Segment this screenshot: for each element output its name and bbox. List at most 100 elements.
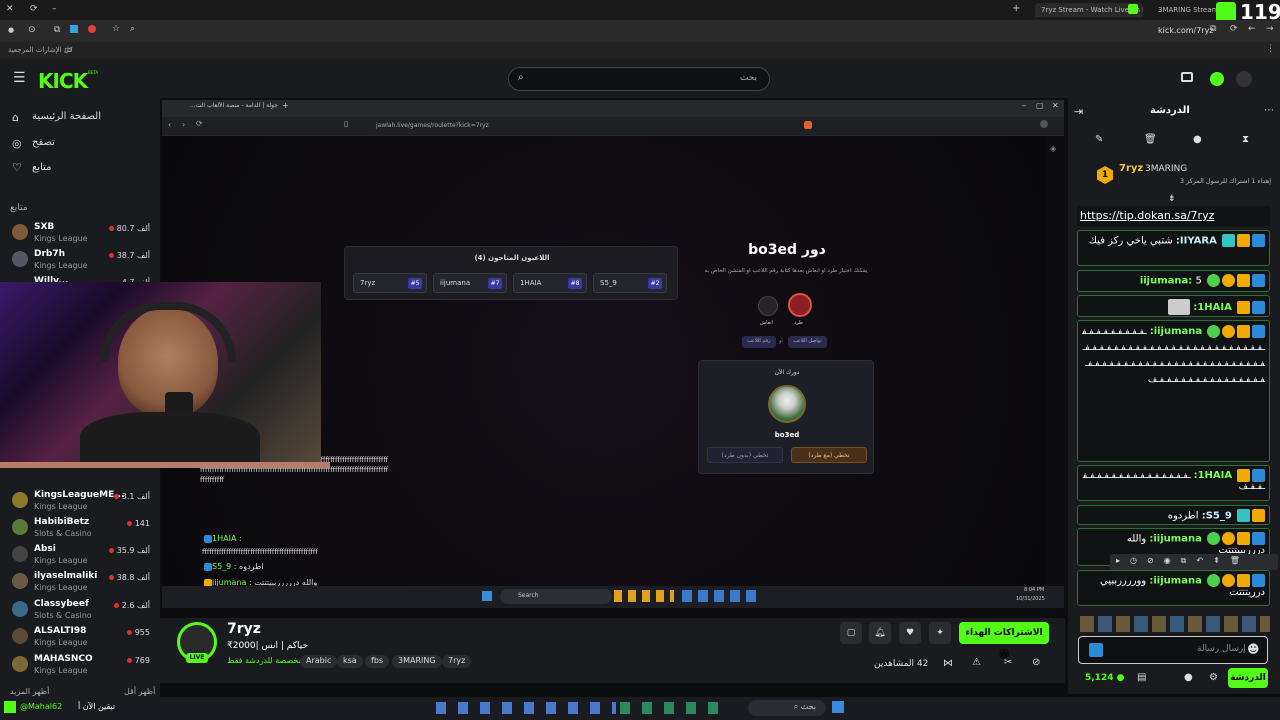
- kick-points-icon[interactable]: [1210, 72, 1224, 86]
- chat-username[interactable]: 1HAIA:: [1193, 302, 1232, 313]
- tag-ksa[interactable]: ksa: [337, 655, 363, 668]
- refresh-icon[interactable]: ⟳: [30, 4, 38, 14]
- store-icon[interactable]: [1181, 72, 1193, 82]
- refresh-icon[interactable]: ⟳: [1230, 24, 1238, 34]
- search-input[interactable]: بحث: [740, 73, 757, 83]
- sidebar-channel[interactable]: KingsLeagueME... Kings League 3.1 ألف: [8, 488, 152, 516]
- chat-message[interactable]: S5_9: اطردوه: [1077, 505, 1270, 525]
- sidebar-channel[interactable]: Classybeef Slots & Casino 2.6 ألف: [8, 597, 152, 625]
- back-arrow-icon[interactable]: ←: [1248, 24, 1256, 34]
- chat-username[interactable]: iijumana:: [1150, 326, 1202, 337]
- chat-bubble-icon[interactable]: ●: [1193, 134, 1202, 145]
- sidebar-item-following[interactable]: متابع: [32, 162, 52, 173]
- channel-name[interactable]: 7ryz: [227, 621, 261, 637]
- show-less-link[interactable]: أظهر أقل: [124, 687, 155, 696]
- chat-message[interactable]: iijumana: 5: [1077, 270, 1270, 292]
- mute-icon[interactable]: ⊘: [1032, 657, 1040, 668]
- forward-icon[interactable]: ⊙: [28, 25, 36, 35]
- channel-name: ALSALTI98: [34, 626, 87, 636]
- trash-icon[interactable]: 🗑︎: [1144, 134, 1157, 145]
- chat-username[interactable]: iijumana:: [1149, 576, 1201, 587]
- chat-input[interactable]: إرسال رسالة ☻: [1078, 636, 1268, 664]
- send-chat-button[interactable]: الدردشة: [1228, 668, 1268, 688]
- emote-picker-icon[interactable]: [1089, 643, 1103, 657]
- emoji-icon[interactable]: ☻: [1247, 642, 1260, 656]
- windows-icon[interactable]: [832, 701, 844, 713]
- show-more-link[interactable]: أظهر المزيد: [10, 687, 49, 696]
- sparkle-icon[interactable]: ✦: [929, 622, 951, 644]
- chat-message[interactable]: IIYARA: شتبي ياخي ركز فيك: [1077, 230, 1270, 266]
- tab-second[interactable]: 3MARING Stream - W: [1152, 3, 1218, 17]
- menu-icon[interactable]: ⋮: [1266, 44, 1275, 54]
- tag-3maring[interactable]: 3MARING: [392, 655, 442, 668]
- sidebar-channel[interactable]: SXB Kings League 80.7 ألف: [8, 220, 152, 248]
- sidebar-channel[interactable]: HabibiBetz Slots & Casino 141: [8, 515, 152, 543]
- sidebar-channel[interactable]: MAHASNCO Kings League 769: [8, 652, 152, 680]
- tag-arabic[interactable]: Arabic: [300, 655, 338, 668]
- clip-icon[interactable]: ✂: [1004, 657, 1012, 668]
- extension-icon[interactable]: ⧉: [54, 25, 60, 35]
- forward-arrow-icon[interactable]: →: [1266, 24, 1274, 34]
- chat-username[interactable]: iijumana:: [1140, 276, 1192, 287]
- minimize-icon[interactable]: –: [52, 4, 57, 14]
- hourglass-icon[interactable]: ⧗: [1242, 134, 1249, 145]
- tag-fbs[interactable]: fbs: [365, 655, 390, 668]
- store-icon[interactable]: ▤: [1137, 672, 1146, 683]
- extension-icon[interactable]: [70, 25, 78, 33]
- sidebar-item-home[interactable]: الصفحة الرئيسية: [32, 111, 101, 122]
- bookmarks-label[interactable]: كل الإشارات المرجعية: [8, 46, 73, 54]
- gear-icon[interactable]: ⚙: [1209, 672, 1218, 683]
- pin-icon[interactable]: ✎: [1095, 134, 1103, 145]
- tab-active[interactable]: 7ryz Stream - Watch Live on Ki: [1035, 3, 1143, 17]
- chat-message[interactable]: iijumana: ووررررببيي درريتتتت: [1077, 570, 1270, 606]
- sidebar-channel[interactable]: ilyaselmaliki Kings League 38.8 ألف: [8, 569, 152, 597]
- follow-heart-icon[interactable]: ♥: [899, 622, 921, 644]
- kick-icon[interactable]: [4, 701, 16, 713]
- chat-username[interactable]: IIYARA:: [1176, 236, 1217, 247]
- tag-7ryz[interactable]: 7ryz: [442, 655, 472, 668]
- kick-points[interactable]: 5,124 ●: [1085, 673, 1124, 683]
- url-field[interactable]: kick.com/7ryz: [1158, 26, 1214, 35]
- chat-username[interactable]: S5_9:: [1202, 511, 1232, 522]
- new-tab-icon[interactable]: +: [1012, 3, 1020, 14]
- report-icon[interactable]: ⚠: [972, 657, 981, 668]
- scroll-down-icon[interactable]: ⇟: [1168, 194, 1176, 204]
- back-icon[interactable]: ●: [8, 26, 14, 34]
- taskbar-apps-icon[interactable]: [436, 702, 616, 714]
- kick-logo-icon: [1216, 2, 1236, 22]
- chat-message[interactable]: 1HAIA: ـفـفـفـفـفـفـفـفـفـفـفـفـفـفـفـفـ…: [1077, 465, 1270, 501]
- bell-icon[interactable]: 🔔︎: [869, 622, 891, 644]
- avatar[interactable]: [1236, 71, 1252, 87]
- menu-icon[interactable]: ⋯: [1264, 105, 1274, 116]
- stream-category[interactable]: مخصصة للدردشة فقط: [227, 656, 303, 665]
- chat-link-message[interactable]: https://tip.dokan.sa/7ryz: [1077, 206, 1270, 226]
- extension-icon[interactable]: [88, 25, 96, 33]
- chat-username[interactable]: iijumana:: [1149, 534, 1201, 545]
- collapse-chat-icon[interactable]: ⇥: [1074, 105, 1083, 118]
- taskbar-search[interactable]: بحث ⌕: [748, 700, 826, 716]
- chat-icon[interactable]: ●: [1184, 672, 1193, 683]
- browser-chrome: ✕ ⟳ – + 7ryz Stream - Watch Live on Ki 3…: [0, 0, 1280, 60]
- search-bar[interactable]: ⌕ بحث: [508, 67, 770, 91]
- share-icon[interactable]: ⋈: [943, 658, 953, 669]
- theater-button[interactable]: ▢: [840, 622, 862, 644]
- message-actions-toolbar[interactable]: ▸◷⊘◉⧉↶⇞🗑︎: [1110, 554, 1278, 570]
- chat-message[interactable]: 1HAIA:: [1077, 295, 1270, 317]
- sidebar-channel[interactable]: Absi Kings League 35.9 ألف: [8, 542, 152, 570]
- taskbar-apps-icon[interactable]: [620, 702, 720, 714]
- sidebar-item-browse[interactable]: تصفح: [32, 137, 55, 148]
- copy-icon[interactable]: ⧉: [1210, 24, 1216, 34]
- chat-message[interactable]: iijumana: ـفـفـفـفـفـفـفـفـفـفـفـفـفـفـف…: [1077, 320, 1270, 462]
- search-icon[interactable]: ⌕: [130, 24, 135, 34]
- sidebar-channel[interactable]: ALSALTI98 Kings League 955: [8, 624, 152, 652]
- pinned-leaderboard: 1 7ryz 3MARING إهداء 1 اشتراك للرسول الم…: [1075, 158, 1275, 194]
- gift-subs-button[interactable]: الاشتراكات الهداء 🎁︎: [959, 622, 1049, 660]
- kick-logo[interactable]: KICK: [38, 69, 88, 93]
- chat-username[interactable]: 1HAIA:: [1194, 470, 1233, 481]
- windows-icon: [482, 591, 492, 601]
- sidebar-channel[interactable]: Drb7h Kings League 38.7 ألف: [8, 247, 152, 275]
- close-icon[interactable]: ✕: [6, 4, 14, 14]
- star-icon[interactable]: ☆: [112, 24, 120, 34]
- hamburger-icon[interactable]: ☰: [13, 70, 26, 86]
- emote-bar[interactable]: [1080, 616, 1270, 632]
